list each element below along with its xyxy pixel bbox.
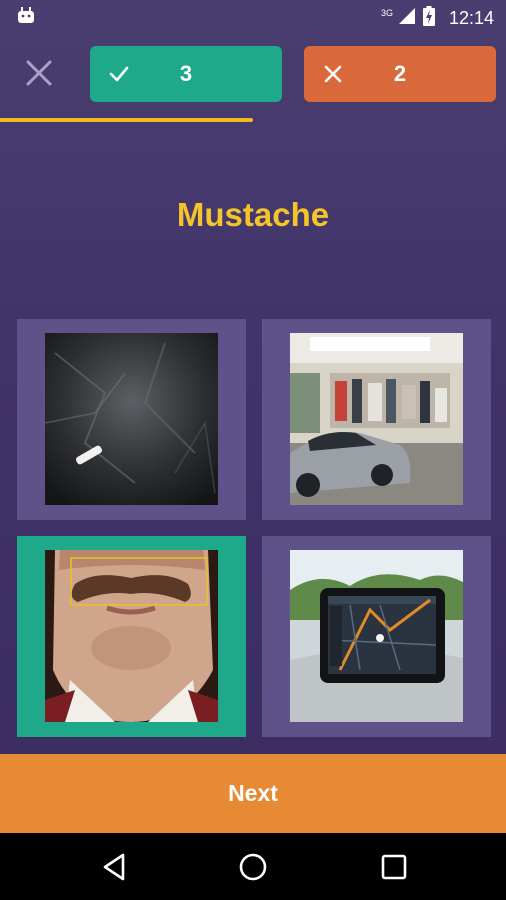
network-type: 3G [380, 8, 393, 18]
score-header: 3 2 [0, 44, 506, 104]
correct-score-badge: 3 [90, 46, 282, 102]
mustache-image [45, 550, 218, 722]
back-button[interactable] [99, 851, 131, 883]
home-button[interactable] [237, 851, 269, 883]
progress-fill [0, 118, 253, 122]
image-tile-1[interactable] [17, 319, 246, 520]
system-nav-bar [0, 833, 506, 900]
back-icon [103, 853, 125, 881]
recents-icon [381, 854, 407, 880]
battery-icon [422, 5, 435, 31]
image-tile-4[interactable] [262, 536, 491, 737]
close-button[interactable] [22, 56, 56, 90]
signal-icon [398, 7, 415, 29]
wrong-count: 2 [393, 61, 407, 86]
plastic-bag-image [45, 333, 218, 505]
garage-car-image [290, 333, 463, 505]
image-tile-2[interactable] [262, 319, 491, 520]
car-navigation-image [290, 550, 463, 722]
status-bar: 3G 12:14 [0, 0, 506, 36]
image-tile-3[interactable] [17, 536, 246, 737]
app-screen: 3G 12:14 3 2 Mustache Next [0, 0, 506, 900]
android-icon [16, 6, 36, 30]
challenge-word: Mustache [176, 196, 330, 233]
wrong-score-badge: 2 [304, 46, 496, 102]
progress-bar [0, 118, 506, 122]
home-icon [239, 853, 267, 881]
close-icon [26, 60, 52, 86]
recents-button[interactable] [378, 851, 410, 883]
status-clock: 12:14 [448, 7, 494, 28]
next-button[interactable]: Next [0, 754, 506, 833]
correct-count: 3 [179, 61, 193, 86]
